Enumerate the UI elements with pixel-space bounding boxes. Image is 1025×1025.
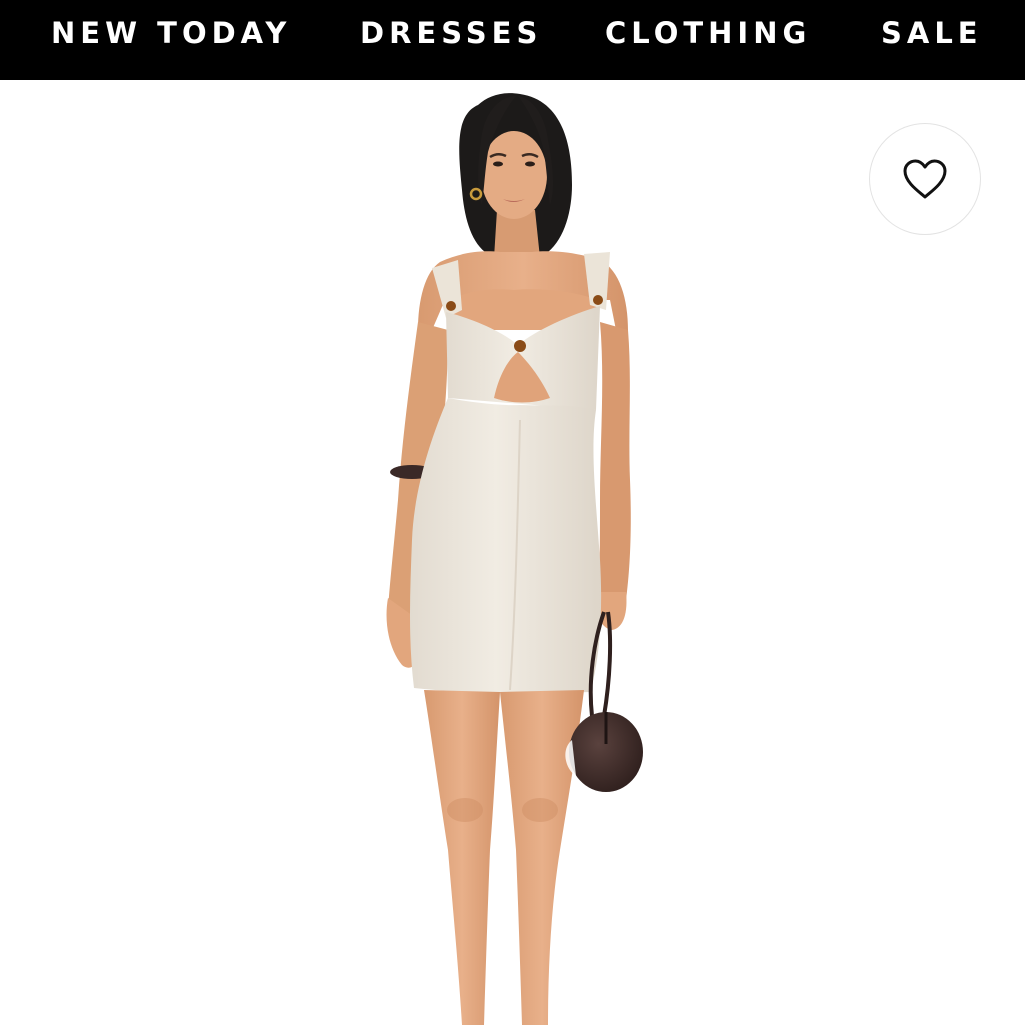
wishlist-button[interactable] bbox=[869, 123, 981, 235]
nav-item-sale[interactable]: SALE bbox=[881, 16, 983, 50]
heart-outline-icon bbox=[903, 159, 947, 199]
top-navigation: NEW TODAY DRESSES CLOTHING SALE bbox=[0, 0, 1025, 80]
product-image[interactable] bbox=[0, 80, 1025, 1025]
nav-item-new-today[interactable]: NEW TODAY bbox=[51, 16, 291, 50]
nav-item-dresses[interactable]: DRESSES bbox=[360, 16, 542, 50]
product-page: NEW TODAY DRESSES CLOTHING SALE bbox=[0, 0, 1025, 1025]
nav-item-clothing[interactable]: CLOTHING bbox=[605, 16, 811, 50]
